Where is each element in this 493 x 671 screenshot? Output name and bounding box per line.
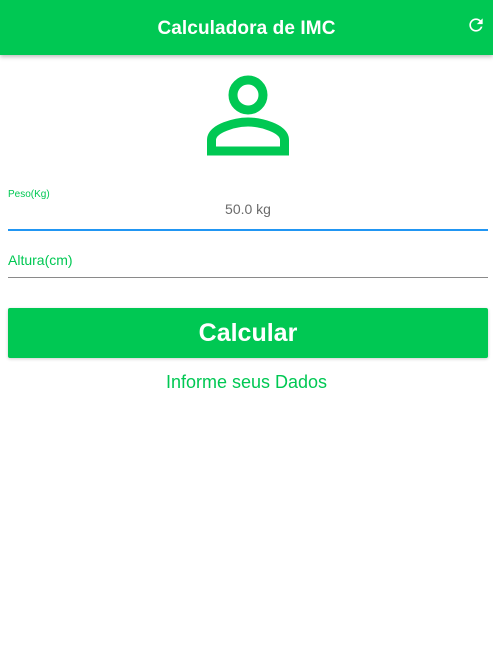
person-outline-icon (207, 75, 289, 156)
calculate-button[interactable]: Calcular (8, 308, 488, 358)
info-text: Informe seus Dados (165, 372, 328, 392)
app-title: Calculadora de IMC (157, 17, 336, 39)
refresh-icon (469, 18, 483, 32)
weight-label: Peso(Kg) (8, 189, 50, 200)
refresh-button[interactable] (463, 12, 489, 38)
app-bar: Calculadora de IMC (0, 0, 493, 55)
weight-input-value[interactable]: 50.0 kg (8, 201, 488, 217)
weight-field[interactable]: Peso(Kg) 50.0 kg (8, 185, 488, 231)
height-field[interactable]: Altura(cm) (8, 246, 488, 278)
bmi-calculator-screen: Calculadora de IMC Peso(Kg) 50.0 kg Altu… (0, 0, 493, 671)
height-label: Altura(cm) (8, 252, 73, 268)
